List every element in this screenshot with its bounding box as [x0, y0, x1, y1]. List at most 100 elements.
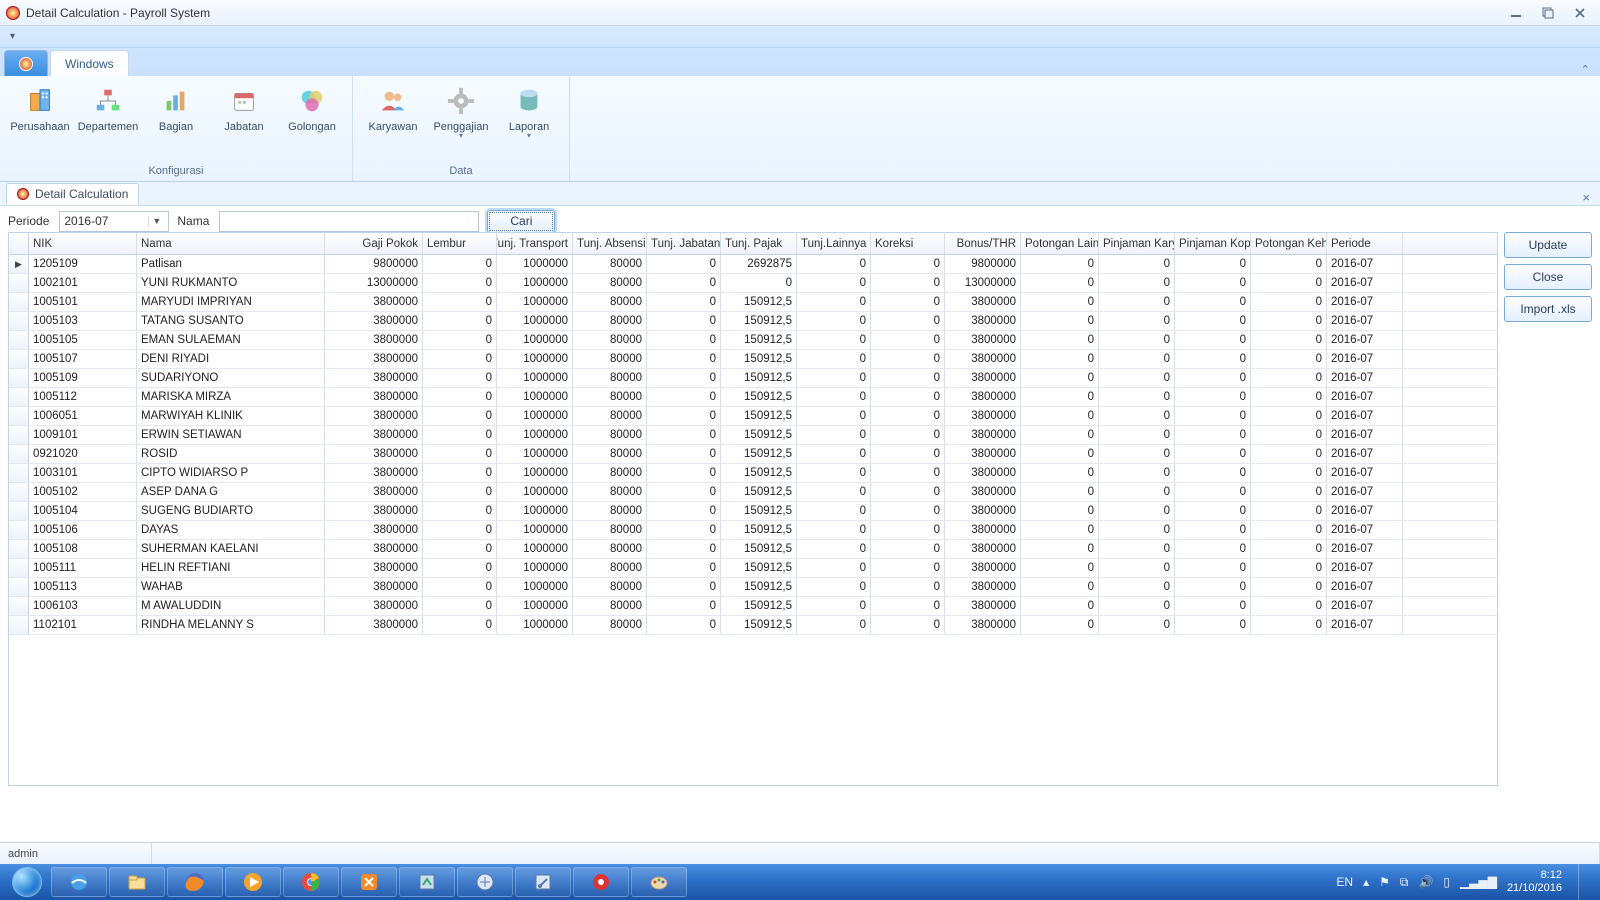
cell-nik[interactable]: 1005104: [29, 502, 137, 520]
row-header[interactable]: [9, 464, 29, 482]
cell-pinjkar[interactable]: 0: [1099, 293, 1175, 311]
cell-jabatan[interactable]: 0: [647, 445, 721, 463]
table-row[interactable]: 1005104SUGENG BUDIARTO380000001000000800…: [9, 502, 1497, 521]
cell-potlain[interactable]: 0: [1021, 445, 1099, 463]
cell-jabatan[interactable]: 0: [647, 578, 721, 596]
cell-absen[interactable]: 80000: [573, 445, 647, 463]
cell-koreksi[interactable]: 0: [871, 521, 945, 539]
col-nama[interactable]: Nama: [137, 233, 325, 254]
cell-transport[interactable]: 1000000: [497, 540, 573, 558]
cell-gaji[interactable]: 3800000: [325, 597, 423, 615]
cell-pinjkar[interactable]: 0: [1099, 274, 1175, 292]
ribbon-penggajian[interactable]: Penggajian ▾: [427, 80, 495, 142]
task-chrome[interactable]: [283, 867, 339, 897]
cell-pinjkop[interactable]: 0: [1175, 255, 1251, 273]
cell-transport[interactable]: 1000000: [497, 369, 573, 387]
cell-nama[interactable]: EMAN SULAEMAN: [137, 331, 325, 349]
cell-bonus[interactable]: 9800000: [945, 255, 1021, 273]
ribbon-departemen[interactable]: Departemen: [74, 80, 142, 136]
cell-lain[interactable]: 0: [797, 502, 871, 520]
cell-gaji[interactable]: 3800000: [325, 578, 423, 596]
table-row[interactable]: 1009101ERWIN SETIAWAN3800000010000008000…: [9, 426, 1497, 445]
cell-pothadir[interactable]: 0: [1251, 274, 1327, 292]
cell-lembur[interactable]: 0: [423, 407, 497, 425]
cell-nama[interactable]: WAHAB: [137, 578, 325, 596]
cell-pinjkar[interactable]: 0: [1099, 312, 1175, 330]
cell-gaji[interactable]: 9800000: [325, 255, 423, 273]
cell-absen[interactable]: 80000: [573, 521, 647, 539]
cell-pothadir[interactable]: 0: [1251, 464, 1327, 482]
cell-koreksi[interactable]: 0: [871, 559, 945, 577]
import-xls-button[interactable]: Import .xls: [1504, 296, 1592, 322]
cell-koreksi[interactable]: 0: [871, 274, 945, 292]
cell-pothadir[interactable]: 0: [1251, 521, 1327, 539]
cell-potlain[interactable]: 0: [1021, 369, 1099, 387]
cell-gaji[interactable]: 3800000: [325, 407, 423, 425]
cell-bonus[interactable]: 3800000: [945, 312, 1021, 330]
cell-pinjkop[interactable]: 0: [1175, 502, 1251, 520]
cell-bonus[interactable]: 3800000: [945, 388, 1021, 406]
cell-bonus[interactable]: 3800000: [945, 350, 1021, 368]
task-paint[interactable]: [631, 867, 687, 897]
cell-pothadir[interactable]: 0: [1251, 350, 1327, 368]
cell-transport[interactable]: 1000000: [497, 255, 573, 273]
row-header[interactable]: [9, 426, 29, 444]
cell-potlain[interactable]: 0: [1021, 597, 1099, 615]
cell-koreksi[interactable]: 0: [871, 540, 945, 558]
cell-bonus[interactable]: 3800000: [945, 502, 1021, 520]
cell-nik[interactable]: 1005113: [29, 578, 137, 596]
cell-potlain[interactable]: 0: [1021, 312, 1099, 330]
cell-jabatan[interactable]: 0: [647, 521, 721, 539]
cell-gaji[interactable]: 3800000: [325, 616, 423, 634]
col-bonus[interactable]: Bonus/THR: [945, 233, 1021, 254]
cell-gaji[interactable]: 3800000: [325, 559, 423, 577]
cell-pajak[interactable]: 150912,5: [721, 540, 797, 558]
cell-lembur[interactable]: 0: [423, 502, 497, 520]
cell-transport[interactable]: 1000000: [497, 521, 573, 539]
cell-pinjkar[interactable]: 0: [1099, 502, 1175, 520]
update-button[interactable]: Update: [1504, 232, 1592, 258]
row-header[interactable]: [9, 407, 29, 425]
cell-lembur[interactable]: 0: [423, 521, 497, 539]
show-desktop-button[interactable]: [1578, 864, 1590, 900]
cell-lain[interactable]: 0: [797, 331, 871, 349]
cell-absen[interactable]: 80000: [573, 369, 647, 387]
cell-pinjkar[interactable]: 0: [1099, 597, 1175, 615]
cell-lembur[interactable]: 0: [423, 483, 497, 501]
cell-transport[interactable]: 1000000: [497, 331, 573, 349]
cell-pinjkar[interactable]: 0: [1099, 445, 1175, 463]
cell-nama[interactable]: SUDARIYONO: [137, 369, 325, 387]
cell-jabatan[interactable]: 0: [647, 350, 721, 368]
tray-volume-icon[interactable]: 🔊: [1418, 875, 1433, 889]
table-row[interactable]: 1005106DAYAS380000001000000800000150912,…: [9, 521, 1497, 540]
cell-nama[interactable]: SUHERMAN KAELANI: [137, 540, 325, 558]
cell-potlain[interactable]: 0: [1021, 559, 1099, 577]
task-app2[interactable]: [457, 867, 513, 897]
table-row[interactable]: 0921020ROSID380000001000000800000150912,…: [9, 445, 1497, 464]
cell-nama[interactable]: RINDHA MELANNY S: [137, 616, 325, 634]
cell-jabatan[interactable]: 0: [647, 540, 721, 558]
cell-pinjkar[interactable]: 0: [1099, 350, 1175, 368]
cell-gaji[interactable]: 3800000: [325, 521, 423, 539]
cell-pinjkop[interactable]: 0: [1175, 274, 1251, 292]
row-header[interactable]: [9, 616, 29, 634]
cell-pothadir[interactable]: 0: [1251, 255, 1327, 273]
cell-nama[interactable]: SUGENG BUDIARTO: [137, 502, 325, 520]
cell-transport[interactable]: 1000000: [497, 483, 573, 501]
cell-periode[interactable]: 2016-07: [1327, 597, 1403, 615]
cell-jabatan[interactable]: 0: [647, 597, 721, 615]
maximize-button[interactable]: [1534, 5, 1562, 21]
cell-koreksi[interactable]: 0: [871, 426, 945, 444]
cell-jabatan[interactable]: 0: [647, 426, 721, 444]
cell-gaji[interactable]: 3800000: [325, 369, 423, 387]
cell-pajak[interactable]: 150912,5: [721, 312, 797, 330]
cell-koreksi[interactable]: 0: [871, 445, 945, 463]
cell-koreksi[interactable]: 0: [871, 407, 945, 425]
cell-nik[interactable]: 1205109: [29, 255, 137, 273]
table-row[interactable]: 1005103TATANG SUSANTO3800000010000008000…: [9, 312, 1497, 331]
cell-nama[interactable]: YUNI RUKMANTO: [137, 274, 325, 292]
cell-lain[interactable]: 0: [797, 407, 871, 425]
ribbon-golongan[interactable]: Golongan: [278, 80, 346, 136]
cell-gaji[interactable]: 3800000: [325, 502, 423, 520]
cell-jabatan[interactable]: 0: [647, 388, 721, 406]
